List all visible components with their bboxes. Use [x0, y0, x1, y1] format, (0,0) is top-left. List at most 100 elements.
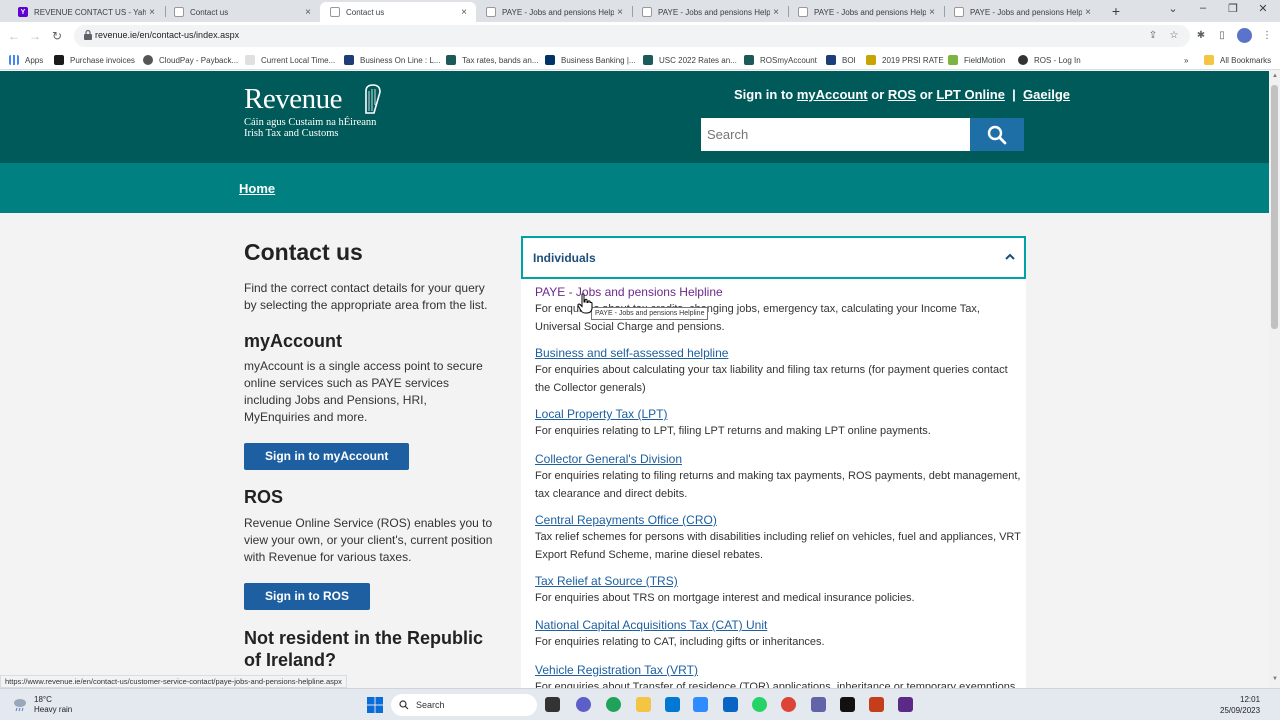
logo-irish-name: Cáin agus Custaim na hÉireann: [244, 117, 377, 128]
task-view-icon[interactable]: [545, 697, 560, 712]
cro-link[interactable]: Central Repayments Office (CRO): [535, 513, 1025, 527]
breadcrumb-home-link[interactable]: Home: [239, 181, 275, 196]
bookmark-all-bookmarks[interactable]: All Bookmarks: [1204, 53, 1271, 67]
back-arrow-icon[interactable]: ←: [6, 28, 22, 44]
close-icon[interactable]: ×: [146, 7, 158, 18]
tab-search-chevron-icon[interactable]: ⌄: [1163, 2, 1183, 15]
bookmarks-overflow-chevron-icon[interactable]: »: [1184, 53, 1188, 67]
entry-description: Tax relief schemes for persons with disa…: [535, 531, 1021, 561]
outlook-icon[interactable]: [723, 697, 738, 712]
app-icon[interactable]: [898, 697, 913, 712]
paye-helpline-link[interactable]: PAYE - Jobs and pensions Helpline: [535, 285, 1025, 299]
individuals-panel: Individuals PAYE - Jobs and pensions Hel…: [521, 236, 1026, 688]
side-panel-icon[interactable]: ▯: [1215, 29, 1229, 43]
close-window-icon[interactable]: ✕: [1253, 2, 1273, 15]
page-scrollbar[interactable]: ▲ ▼: [1269, 71, 1280, 688]
cat-unit-link[interactable]: National Capital Acquisitions Tax (CAT) …: [535, 618, 1025, 632]
close-icon[interactable]: ×: [926, 7, 938, 18]
share-icon[interactable]: ⇪: [1146, 29, 1160, 43]
reload-icon[interactable]: ↻: [49, 28, 65, 44]
scroll-down-arrow-icon[interactable]: ▼: [1272, 676, 1278, 682]
windows-start-icon[interactable]: [367, 697, 383, 713]
calculator-icon[interactable]: [665, 697, 680, 712]
bookmark-apps[interactable]: Apps: [9, 53, 43, 67]
bookmark-icon: [54, 55, 64, 65]
vrt-link[interactable]: Vehicle Registration Tax (VRT): [535, 663, 1025, 677]
scroll-up-arrow-icon[interactable]: ▲: [1272, 73, 1278, 79]
bookmark-tax-rates[interactable]: Tax rates, bands an...: [446, 53, 539, 67]
contact-entry: Central Repayments Office (CRO) Tax reli…: [535, 513, 1025, 564]
close-icon[interactable]: ×: [302, 7, 314, 18]
extensions-puzzle-icon[interactable]: ✱: [1194, 29, 1208, 43]
maximize-icon[interactable]: ❐: [1223, 2, 1243, 15]
myaccount-link[interactable]: myAccount: [797, 87, 868, 102]
bookmark-ros-log-in[interactable]: ROS - Log In: [1018, 53, 1081, 67]
business-helpline-link[interactable]: Business and self-assessed helpline: [535, 346, 1025, 360]
bookmark-label: All Bookmarks: [1220, 55, 1272, 65]
tab-label: PAYE - Jobs and pensions Helpli: [658, 7, 770, 17]
chevron-up-icon[interactable]: [1004, 251, 1016, 263]
ros-heading: ROS: [244, 487, 284, 507]
bookmark-business-on-line[interactable]: Business On Line : L...: [344, 53, 441, 67]
tab-label: PAYE - Jobs and pensions Helpli: [502, 7, 614, 17]
edge-icon[interactable]: [606, 697, 621, 712]
bookmark-cloudpay[interactable]: CloudPay - Payback...: [143, 53, 238, 67]
address-bar[interactable]: revenue.ie/en/contact-us/index.aspx: [74, 25, 1190, 47]
search-input[interactable]: [701, 118, 971, 151]
revenue-logo[interactable]: Revenue Cáin agus Custaim na hÉireann Ir…: [244, 83, 376, 139]
entry-description: For enquiries relating to CAT, including…: [535, 636, 825, 648]
scrollbar-thumb[interactable]: [1271, 85, 1278, 329]
weather-widget[interactable]: 18°C Heavy rain: [12, 695, 72, 715]
bookmark-fieldmotion[interactable]: FieldMotion: [948, 53, 1005, 67]
collector-generals-link[interactable]: Collector General's Division: [535, 452, 1025, 466]
bookmark-boi[interactable]: BOI: [826, 53, 856, 67]
browser-tab-2[interactable]: Contact us ×: [164, 2, 320, 22]
close-icon[interactable]: ×: [458, 7, 470, 18]
lpt-online-link[interactable]: LPT Online: [936, 87, 1005, 102]
browser-tab-5[interactable]: PAYE - Jobs and pensions Helpli ×: [632, 2, 788, 22]
gaeilge-link[interactable]: Gaeilge: [1023, 87, 1070, 102]
temperature: 18°C: [34, 695, 52, 704]
taskbar-search[interactable]: Search: [391, 694, 537, 716]
close-icon[interactable]: ×: [1082, 7, 1094, 18]
browser-tab-4[interactable]: PAYE - Jobs and pensions Helpli ×: [476, 2, 632, 22]
ros-link[interactable]: ROS: [888, 87, 916, 102]
close-icon[interactable]: ×: [614, 7, 626, 18]
lpt-link[interactable]: Local Property Tax (LPT): [535, 407, 1025, 421]
trs-link[interactable]: Tax Relief at Source (TRS): [535, 574, 1025, 588]
powerpoint-icon[interactable]: [869, 697, 884, 712]
chat-icon[interactable]: [576, 697, 591, 712]
minimize-icon[interactable]: –: [1193, 2, 1213, 14]
zoom-icon[interactable]: [693, 697, 708, 712]
link-status-bar: https://www.revenue.ie/en/contact-us/cus…: [0, 675, 347, 688]
forward-arrow-icon[interactable]: →: [27, 28, 43, 44]
browser-tab-7[interactable]: PAYE - Jobs and pensions Helpli ×: [944, 2, 1100, 22]
teams-icon[interactable]: [811, 697, 826, 712]
web-page: Revenue Cáin agus Custaim na hÉireann Ir…: [0, 71, 1269, 688]
bookmark-rosmyaccount[interactable]: ROSmyAccount: [744, 53, 817, 67]
bookmark-star-icon[interactable]: ☆: [1167, 29, 1181, 43]
menu-dots-icon[interactable]: ⋮: [1260, 29, 1274, 43]
bookmark-business-banking[interactable]: Business Banking |...: [545, 53, 636, 67]
close-icon[interactable]: ×: [770, 7, 782, 18]
tiktok-icon[interactable]: [840, 697, 855, 712]
system-clock[interactable]: 12:01 25/09/2023: [1220, 694, 1260, 716]
search-button[interactable]: [970, 118, 1024, 151]
profile-avatar[interactable]: [1237, 28, 1252, 43]
browser-tab-6[interactable]: PAYE - Jobs and pensions Helpli ×: [788, 2, 944, 22]
bookmark-usc-rates[interactable]: USC 2022 Rates an...: [643, 53, 737, 67]
bookmark-current-local-time[interactable]: Current Local Time...: [245, 53, 335, 67]
browser-tab-1[interactable]: Y REVENUE CONTACT US - Yahoo ×: [8, 2, 164, 22]
bookmark-2019-prsi-rate[interactable]: 2019 PRSI RATE: [866, 53, 944, 67]
whatsapp-icon[interactable]: [752, 697, 767, 712]
file-explorer-icon[interactable]: [636, 697, 651, 712]
entry-description: For enquiries relating to filing returns…: [535, 470, 1021, 500]
bookmark-purchase-invoices[interactable]: Purchase invoices: [54, 53, 135, 67]
sign-in-myaccount-button[interactable]: Sign in to myAccount: [244, 443, 410, 470]
chrome-icon[interactable]: [781, 697, 796, 712]
revenue-icon: [486, 7, 496, 17]
browser-tab-3-active[interactable]: Contact us ×: [320, 2, 476, 22]
new-tab-plus-icon[interactable]: +: [1108, 3, 1124, 19]
individuals-accordion-header[interactable]: Individuals: [521, 236, 1026, 279]
sign-in-ros-button[interactable]: Sign in to ROS: [244, 583, 370, 610]
